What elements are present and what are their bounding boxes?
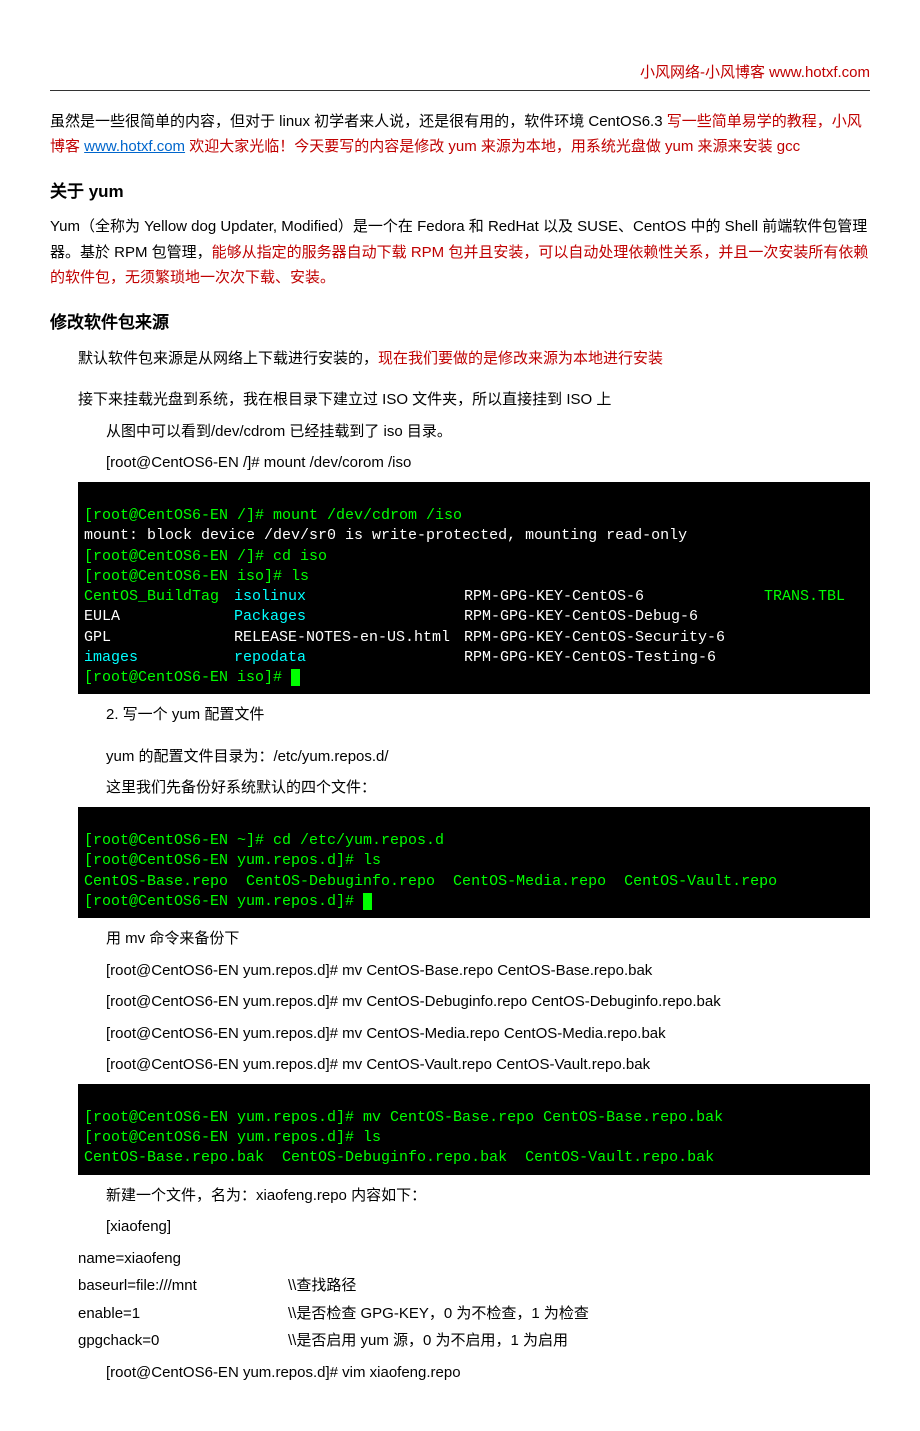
t1-l9: [root@CentOS6-EN iso]# [84, 669, 291, 686]
t1-l4: [root@CentOS6-EN iso]# ls [84, 568, 309, 585]
t1-b2: Packages [234, 607, 464, 627]
cfg-l4v: \\是否检查 GPG-KEY，0 为不检查，1 为检查 [288, 1301, 589, 1327]
about-yum-paragraph: Yum（全称为 Yellow dog Updater, Modified）是一个… [50, 214, 870, 291]
cfg-l6: [root@CentOS6-EN yum.repos.d]# vim xiaof… [106, 1360, 870, 1386]
terminal-block-1: [root@CentOS6-EN /]# mount /dev/cdrom /i… [78, 482, 870, 695]
brand-text: 小风网络-小风博客 [640, 64, 765, 81]
step2-p3: 这里我们先备份好系统默认的四个文件： [106, 775, 870, 801]
modify-p3: 从图中可以看到/dev/cdrom 已经挂载到了 iso 目录。 [106, 419, 870, 445]
t2-l2: [root@CentOS6-EN yum.repos.d]# ls [84, 852, 381, 869]
t2-cursor [363, 893, 372, 910]
modify-p1a: 默认软件包来源是从网络上下载进行安装的， [78, 350, 378, 367]
t1-c3: RPM-GPG-KEY-CentOS-Security-6 [464, 628, 725, 648]
t1-c4: RPM-GPG-KEY-CentOS-Testing-6 [464, 648, 716, 668]
cfg-row5: gpgchack=0\\是否启用 yum 源，0 为不启用，1 为启用 [78, 1328, 870, 1354]
intro-paragraph: 虽然是一些很简单的内容，但对于 linux 初学者来人说，还是很有用的，软件环境… [50, 109, 870, 160]
backup-c2: [root@CentOS6-EN yum.repos.d]# mv CentOS… [106, 989, 870, 1015]
t1-c2: RPM-GPG-KEY-CentOS-Debug-6 [464, 607, 698, 627]
cfg-l2k: name=xiaofeng [78, 1246, 288, 1272]
intro-text-red2: 欢迎大家光临！今天要写的内容是修改 yum 来源为本地，用系统光盘做 yum 来… [185, 138, 800, 155]
t1-a2: EULA [84, 607, 234, 627]
modify-p1b: 现在我们要做的是修改来源为本地进行安装 [378, 350, 663, 367]
t2-l1: [root@CentOS6-EN ~]# cd /etc/yum.repos.d [84, 832, 444, 849]
cfg-l1: [xiaofeng] [106, 1214, 870, 1240]
cfg-row3: baseurl=file:///mnt\\查找路径 [78, 1273, 870, 1299]
step2-p2: yum 的配置文件目录为：/etc/yum.repos.d/ [106, 744, 870, 770]
t1-b3: RELEASE-NOTES-en-US.html [234, 628, 464, 648]
brand-link[interactable]: www.hotxf.com [769, 64, 870, 81]
modify-p1: 默认软件包来源是从网络上下载进行安装的，现在我们要做的是修改来源为本地进行安装 [78, 346, 870, 372]
backup-c4: [root@CentOS6-EN yum.repos.d]# mv CentOS… [106, 1052, 870, 1078]
t1-cursor [291, 669, 300, 686]
t1-row1: CentOS_BuildTagisolinuxRPM-GPG-KEY-CentO… [84, 587, 864, 607]
cfg-row4: enable=1\\是否检查 GPG-KEY，0 为不检查，1 为检查 [78, 1301, 870, 1327]
backup-c3: [root@CentOS6-EN yum.repos.d]# mv CentOS… [106, 1021, 870, 1047]
cfg-l3k: baseurl=file:///mnt [78, 1273, 288, 1299]
heading-about-yum: 关于 yum [50, 178, 870, 207]
cfg-row2: name=xiaofeng [78, 1246, 870, 1272]
t1-b4: repodata [234, 648, 464, 668]
t2-l4: [root@CentOS6-EN yum.repos.d]# [84, 893, 363, 910]
step2-title: 2. 写一个 yum 配置文件 [106, 702, 870, 728]
t1-l1: [root@CentOS6-EN /]# mount /dev/cdrom /i… [84, 507, 462, 524]
modify-p2: 接下来挂载光盘到系统，我在根目录下建立过 ISO 文件夹，所以直接挂到 ISO … [78, 387, 870, 413]
intro-text-a: 虽然是一些很简单的内容，但对于 linux 初学者来人说，还是很有用的，软件环境… [50, 113, 667, 130]
t3-l3: CentOS-Base.repo.bak CentOS-Debuginfo.re… [84, 1149, 714, 1166]
t1-row2: EULAPackagesRPM-GPG-KEY-CentOS-Debug-6 [84, 607, 864, 627]
modify-p4: [root@CentOS6-EN /]# mount /dev/corom /i… [106, 450, 870, 476]
heading-modify-source: 修改软件包来源 [50, 309, 870, 338]
t3-l2: [root@CentOS6-EN yum.repos.d]# ls [84, 1129, 381, 1146]
terminal-block-2: [root@CentOS6-EN ~]# cd /etc/yum.repos.d… [78, 807, 870, 918]
cfg-l3v: \\查找路径 [288, 1273, 356, 1299]
t1-a4: images [84, 648, 234, 668]
intro-link[interactable]: www.hotxf.com [84, 138, 185, 155]
t1-row3: GPLRELEASE-NOTES-en-US.htmlRPM-GPG-KEY-C… [84, 628, 864, 648]
t1-l3: [root@CentOS6-EN /]# cd iso [84, 548, 327, 565]
t1-row4: imagesrepodataRPM-GPG-KEY-CentOS-Testing… [84, 648, 864, 668]
t1-l2: mount: block device /dev/sr0 is write-pr… [84, 527, 687, 544]
terminal-block-3: [root@CentOS6-EN yum.repos.d]# mv CentOS… [78, 1084, 870, 1175]
backup-title: 用 mv 命令来备份下 [106, 926, 870, 952]
t1-a3: GPL [84, 628, 234, 648]
cfg-l5v: \\是否启用 yum 源，0 为不启用，1 为启用 [288, 1328, 568, 1354]
t1-d1: TRANS.TBL [764, 587, 845, 607]
newfile-title: 新建一个文件，名为：xiaofeng.repo 内容如下： [106, 1183, 870, 1209]
page-header: 小风网络-小风博客 www.hotxf.com [50, 60, 870, 91]
cfg-l4k: enable=1 [78, 1301, 288, 1327]
t1-c1: RPM-GPG-KEY-CentOS-6 [464, 587, 764, 607]
backup-c1: [root@CentOS6-EN yum.repos.d]# mv CentOS… [106, 958, 870, 984]
t1-b1: isolinux [234, 587, 464, 607]
t3-l1: [root@CentOS6-EN yum.repos.d]# mv CentOS… [84, 1109, 723, 1126]
cfg-l5k: gpgchack=0 [78, 1328, 288, 1354]
t2-l3: CentOS-Base.repo CentOS-Debuginfo.repo C… [84, 873, 777, 890]
t1-a1: CentOS_BuildTag [84, 587, 234, 607]
